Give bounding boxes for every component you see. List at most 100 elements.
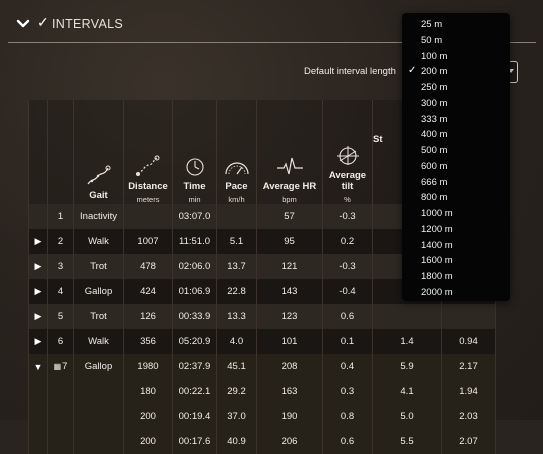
dropdown-option[interactable]: 600 m	[402, 159, 510, 175]
header-cell-distance: Distance meters	[123, 100, 173, 204]
table-cell-c10: 0.94	[441, 329, 496, 354]
table-cell-num: 3	[47, 254, 74, 279]
table-cell-num: 6	[47, 329, 74, 354]
heart-rate-icon	[276, 157, 303, 175]
dropdown-option[interactable]: 1200 m	[402, 222, 510, 238]
table-row[interactable]: ▼ ▦ 7 Gallop 1980 02:37.9 45.1 208 0.4 5.9 2.17	[28, 354, 496, 379]
dropdown-option[interactable]: 400 m	[402, 127, 510, 143]
cell-value: -0.3	[339, 211, 356, 222]
table-cell-num	[47, 404, 74, 429]
gait-icon	[87, 165, 110, 185]
cell-value: 208	[281, 361, 298, 372]
cell-value: 4.0	[229, 336, 244, 347]
cell-value: 123	[281, 311, 298, 322]
dropdown-option[interactable]: ✓ 200 m	[402, 64, 510, 80]
dropdown-option[interactable]: 100 m	[402, 49, 510, 65]
dropdown-option[interactable]: 1400 m	[402, 238, 510, 254]
table-cell-time: 00:33.9	[172, 304, 217, 329]
cell-value: 4	[57, 286, 64, 297]
cell-value: 01:06.9	[178, 286, 211, 297]
table-cell-distance: 1007	[123, 229, 173, 254]
dropdown-option[interactable]: 300 m	[402, 96, 510, 112]
cell-value: 37.0	[227, 411, 246, 422]
table-cell-tilt: 0.6	[322, 304, 373, 329]
dropdown-option-label: 1200 m	[421, 223, 453, 235]
table-row: 180 00:22.1 29.2 163 0.3 4.1 1.94	[28, 379, 496, 404]
cell-value: 3	[57, 261, 64, 272]
table-cell-gait: Trot	[73, 304, 124, 329]
cell-value: 7	[62, 361, 68, 372]
table-row[interactable]: ▶ 5 Trot 126 00:33.9 13.3 123 0.6	[28, 304, 496, 329]
table-cell-c10: 2.03	[441, 404, 496, 429]
row-expander-toggle[interactable]: ▼	[28, 354, 48, 379]
dropdown-option[interactable]: 1000 m	[402, 206, 510, 222]
table-row[interactable]: ▶ 6 Walk 356 05:20.9 4.0 101 0.1 1.4 0.94	[28, 329, 496, 354]
table-cell-tilt: -0.3	[322, 254, 373, 279]
dropdown-option[interactable]: 666 m	[402, 175, 510, 191]
table-cell-distance: 200	[123, 429, 173, 454]
dropdown-option-label: 600 m	[421, 160, 448, 172]
table-cell-tilt: 0.6	[322, 429, 373, 454]
row-expander-toggle[interactable]: ▶	[28, 229, 48, 254]
dropdown-option[interactable]: 333 m	[402, 112, 510, 128]
cell-value: 2.03	[459, 411, 478, 422]
table-cell-time: 03:07.0	[172, 204, 217, 229]
dropdown-option[interactable]: 800 m	[402, 190, 510, 206]
table-cell-tilt: 0.3	[322, 379, 373, 404]
table-cell-c9: 1.4	[372, 329, 442, 354]
table-row: 200 00:19.4 37.0 190 0.8 5.0 2.03	[28, 404, 496, 429]
header-unit: min	[188, 195, 201, 204]
chevron-down-icon[interactable]	[16, 17, 30, 31]
table-cell-pace: 5.1	[216, 229, 257, 254]
cell-value: 40.9	[227, 436, 246, 447]
cell-value: ▶	[34, 286, 42, 296]
dropdown-option[interactable]: 1600 m	[402, 253, 510, 269]
dropdown-option[interactable]: 2000 m	[402, 285, 510, 301]
cell-value: ▶	[34, 261, 42, 271]
cell-value: 0.4	[340, 361, 355, 372]
dropdown-option-label: 1800 m	[421, 271, 453, 282]
cell-value: Trot	[90, 311, 107, 322]
row-expander-toggle[interactable]: ▶	[28, 279, 48, 304]
table-cell-c10: 2.17	[441, 354, 496, 379]
table-cell-tilt: 0.1	[322, 329, 373, 354]
cell-value: 03:07.0	[178, 211, 211, 222]
table-cell-hr: 143	[256, 279, 323, 304]
header-cell-gait: Gait	[73, 100, 124, 204]
cell-value: 5	[57, 311, 64, 322]
table-cell-hr: 57	[256, 204, 323, 229]
interval-length-dropdown-menu[interactable]: 25 m 50 m 100 m ✓ 200 m 250 m 300 m 333 m 400 m 5…	[402, 13, 510, 301]
table-cell-time: 02:06.0	[172, 254, 217, 279]
dropdown-option[interactable]: 500 m	[402, 143, 510, 159]
table-cell-c9	[372, 304, 442, 329]
cell-value: Inactivity	[80, 211, 117, 222]
dropdown-option[interactable]: 50 m	[402, 33, 510, 49]
cell-value: -0.4	[339, 286, 356, 297]
row-expander-toggle[interactable]: ▶	[28, 329, 48, 354]
table-cell-pace: 22.8	[216, 279, 257, 304]
check-icon[interactable]: ✓	[37, 14, 49, 31]
cell-value: ▼	[33, 361, 43, 372]
cell-value: 200	[140, 436, 156, 447]
table-cell-c10	[441, 304, 496, 329]
dropdown-option-label: 400 m	[421, 129, 448, 141]
row-expander-toggle[interactable]: ▶	[28, 254, 48, 279]
header-cell-time: Time min	[172, 100, 217, 204]
table-cell-time: 01:06.9	[172, 279, 217, 304]
dropdown-option[interactable]: 250 m	[402, 80, 510, 96]
cell-value: 2	[57, 236, 64, 247]
table-cell-distance: 126	[123, 304, 173, 329]
cell-value: 5.0	[400, 411, 414, 422]
cell-value: 5.9	[400, 361, 414, 372]
cell-value: 02:06.0	[178, 261, 211, 272]
table-cell-gait: Inactivity	[73, 204, 124, 229]
header-label: Average HR	[262, 181, 317, 192]
header-unit: %	[344, 195, 351, 204]
table-cell-tilt: 0.4	[322, 354, 373, 379]
cell-value: 00:17.6	[178, 436, 211, 447]
dropdown-option[interactable]: 25 m	[402, 17, 510, 33]
dropdown-option[interactable]: 1800 m	[402, 269, 510, 285]
row-expander-toggle[interactable]: ▶	[28, 304, 48, 329]
cell-value: Walk	[88, 236, 109, 247]
cell-value: 424	[140, 286, 156, 297]
